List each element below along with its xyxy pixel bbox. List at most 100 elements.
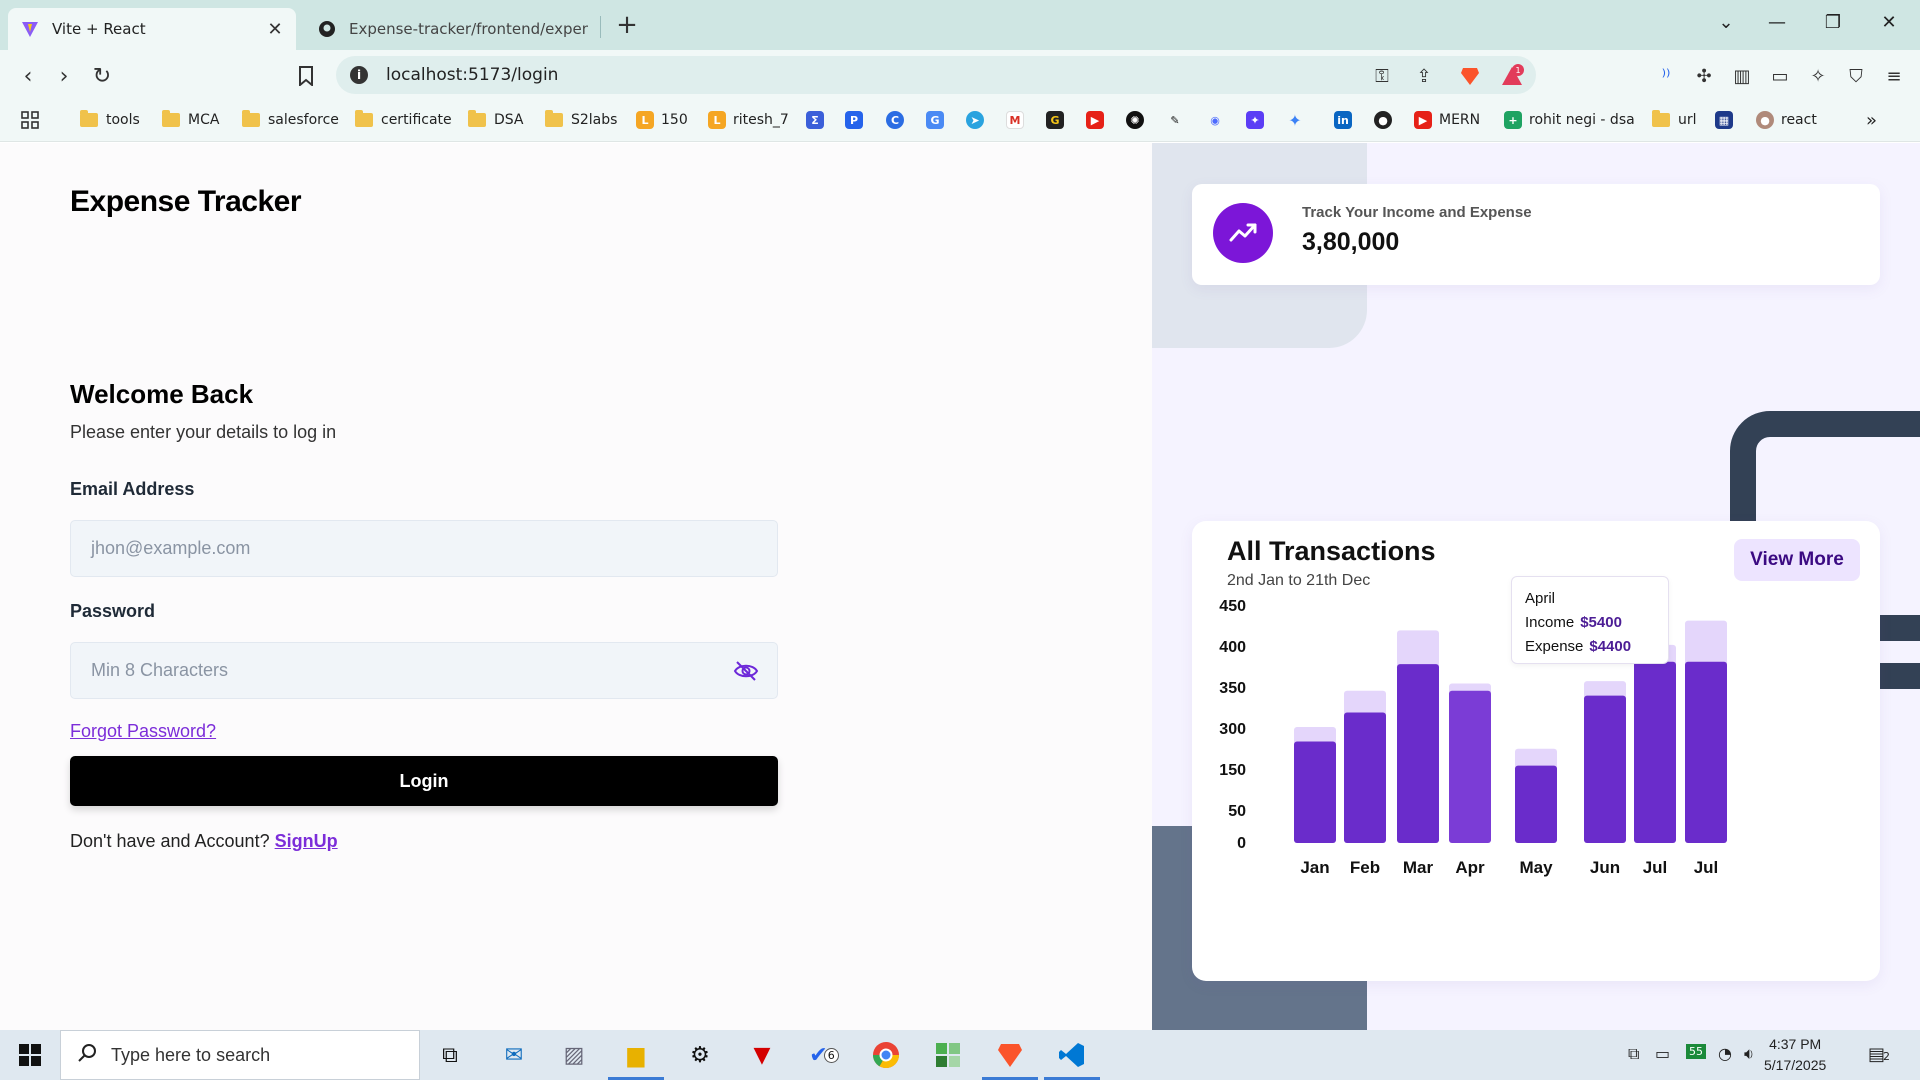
password-label: Password [70, 601, 156, 621]
reload-icon[interactable]: ↻ [88, 62, 116, 90]
color-app-icon[interactable] [930, 1038, 966, 1072]
taskbar-search-input[interactable]: Type here to search [60, 1030, 420, 1080]
tab-github[interactable]: Expense-tracker/frontend/expense- [305, 8, 600, 50]
address-bar[interactable]: i localhost:5173/login [336, 56, 1536, 94]
bookmark-telegram[interactable]: ➤ [966, 108, 991, 132]
expense-bar[interactable] [1634, 661, 1676, 843]
forgot-password-link[interactable]: Forgot Password? [70, 721, 216, 742]
bookmark-translate[interactable]: G [926, 108, 951, 132]
bookmark-ritesh[interactable]: Lritesh_7 [708, 108, 789, 132]
notification-icon[interactable]: ▤2 [1868, 1044, 1890, 1065]
pdf-icon[interactable]: ▼ [744, 1038, 780, 1072]
bookmark-linkedin[interactable]: in [1334, 108, 1359, 132]
site-info-icon[interactable]: i [350, 66, 368, 84]
tab-vite-react[interactable]: Vite + React ✕ [8, 8, 296, 50]
bookmark-certificate[interactable]: certificate [355, 108, 452, 132]
vpn-icon[interactable]: ⛉ [1844, 64, 1868, 88]
translate-icon: G [926, 111, 944, 129]
expense-bar[interactable] [1449, 690, 1491, 843]
minimize-button[interactable]: — [1762, 12, 1792, 33]
bookmark-pen[interactable]: ✎ [1166, 108, 1191, 132]
close-tab-icon[interactable]: ✕ [266, 19, 284, 40]
chrome-icon[interactable] [868, 1038, 904, 1072]
expense-bar[interactable] [1294, 741, 1336, 844]
ai-icon[interactable]: ✧ [1806, 64, 1830, 88]
photos-icon[interactable]: ▨ [556, 1038, 592, 1072]
tray-app-icon[interactable]: 55 [1686, 1044, 1706, 1059]
restore-button[interactable]: ❐ [1818, 12, 1848, 33]
bookmark-deepseek[interactable]: ◉ [1206, 108, 1231, 132]
bookmark-url[interactable]: url [1652, 108, 1697, 132]
bookmark-sigma[interactable]: Σ [806, 108, 831, 132]
signup-prompt: Don't have and Account? SignUp [70, 831, 338, 852]
expense-bar[interactable] [1397, 664, 1439, 843]
extensions-icon[interactable]: ✣ [1692, 64, 1716, 88]
preview-panel: Track Your Income and Expense 3,80,000 A… [1152, 143, 1920, 1030]
apps-icon[interactable] [20, 108, 40, 132]
bookmark-dsa[interactable]: DSA [468, 108, 524, 132]
expense-bar[interactable] [1584, 695, 1626, 843]
bookmark-openai[interactable]: ✺ [1126, 108, 1151, 132]
bookmark-blue[interactable]: ▦ [1715, 108, 1740, 132]
brave-shield-icon[interactable] [1458, 64, 1482, 88]
outlook-icon[interactable]: ✉ [496, 1038, 532, 1072]
bookmark-github[interactable]: ● [1374, 108, 1399, 132]
bookmark-icon[interactable] [292, 62, 320, 90]
wifi-icon[interactable]: ◔ [1718, 1044, 1732, 1063]
bookmark-gmail[interactable]: M [1006, 108, 1031, 132]
file-explorer-icon[interactable]: ▆ [608, 1038, 664, 1080]
login-button[interactable]: Login [70, 756, 778, 806]
share-icon[interactable]: ⇪ [1412, 64, 1436, 88]
expense-bar[interactable] [1344, 712, 1386, 844]
password-field[interactable]: Min 8 Characters [70, 642, 778, 699]
signup-link[interactable]: SignUp [275, 831, 338, 851]
tab-search-icon[interactable]: ⌄ [1711, 12, 1741, 33]
volume-icon[interactable]: 🔉︎ [1744, 1044, 1754, 1064]
bookmark-s2labs[interactable]: S2labs [545, 108, 617, 132]
settings-icon[interactable]: ⚙ [682, 1038, 718, 1072]
bookmark-gemini[interactable]: ✦ [1286, 108, 1311, 132]
browser-tab-bar: Vite + React ✕ Expense-tracker/frontend/… [0, 0, 1920, 50]
todo-icon[interactable]: ✔ 6 [806, 1038, 842, 1072]
brave-rewards-icon[interactable]: 1 [1500, 64, 1524, 88]
eye-slash-icon[interactable] [733, 660, 759, 687]
bookmark-label: DSA [494, 112, 524, 128]
bookmark-mern[interactable]: ▶ MERN [1414, 108, 1480, 132]
bookmark-mca[interactable]: MCA [162, 108, 219, 132]
expense-bar[interactable] [1685, 661, 1727, 843]
bookmark-star[interactable]: ✦ [1246, 108, 1271, 132]
stat-card: Track Your Income and Expense 3,80,000 [1192, 184, 1880, 285]
expense-bar[interactable] [1515, 765, 1557, 843]
back-icon[interactable]: ‹ [14, 62, 42, 90]
task-view-icon[interactable]: ⧉ [432, 1038, 468, 1072]
sidebar-icon[interactable]: ▥ [1730, 64, 1754, 88]
email-field[interactable]: jhon@example.com [70, 520, 778, 577]
bookmark-150[interactable]: L 150 [636, 108, 688, 132]
y-tick-label: 450 [1219, 598, 1246, 615]
battery-icon[interactable]: ▭ [1655, 1044, 1670, 1063]
new-tab-button[interactable]: + [612, 10, 642, 40]
leetcode-icon: L [636, 111, 654, 129]
bookmark-youtube[interactable]: ▶ [1086, 108, 1111, 132]
bookmark-rohit[interactable]: + rohit negi - dsa [1504, 108, 1635, 132]
bookmark-salesforce[interactable]: salesforce [242, 108, 339, 132]
bookmark-tools[interactable]: tools [80, 108, 140, 132]
bookmark-g[interactable]: G [1046, 108, 1071, 132]
bookmark-p[interactable]: P [845, 108, 870, 132]
more-bookmarks-icon[interactable]: » [1866, 108, 1877, 132]
forward-icon[interactable]: › [50, 62, 78, 90]
bookmark-react[interactable]: ● react [1756, 108, 1817, 132]
vscode-icon[interactable] [1044, 1038, 1100, 1080]
leo-icon[interactable]: ⁾⁾ [1654, 64, 1678, 88]
meet-icon[interactable]: ⧉ [1628, 1044, 1639, 1064]
system-clock[interactable]: 4:37 PM 5/17/2025 [1764, 1034, 1826, 1076]
wallet-icon[interactable]: ▭ [1768, 64, 1792, 88]
notification-badge: 2 [1883, 1050, 1891, 1063]
tab-title: Vite + React [52, 20, 146, 38]
key-icon[interactable]: ⚿ [1370, 64, 1394, 88]
brave-browser-icon[interactable] [982, 1038, 1038, 1080]
windows-start-icon[interactable] [0, 1030, 60, 1080]
close-window-button[interactable]: ✕ [1874, 12, 1904, 33]
menu-icon[interactable]: ≡ [1882, 64, 1906, 88]
bookmark-c[interactable]: C [886, 108, 911, 132]
